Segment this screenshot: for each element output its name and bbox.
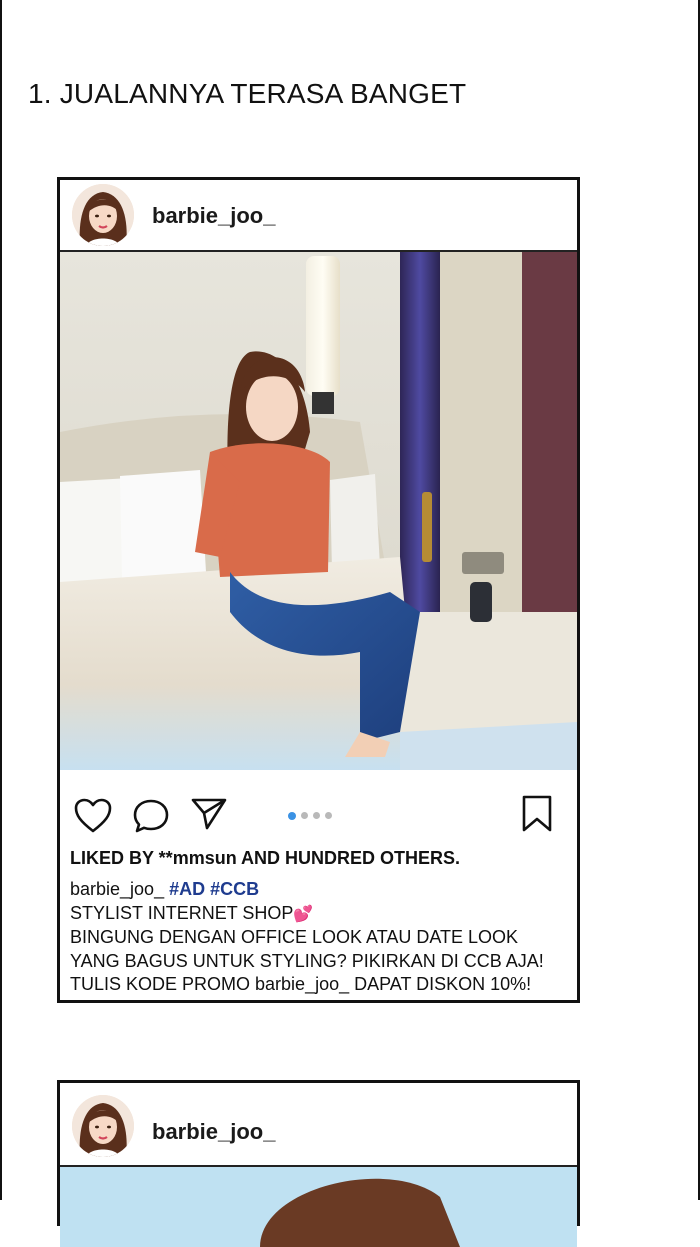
bedroom-illustration bbox=[60, 252, 577, 770]
carousel-dot[interactable] bbox=[325, 812, 332, 819]
carousel-dot-active[interactable] bbox=[288, 811, 296, 820]
caption-line-4: TULIS KODE PROMO barbie_joo_ DAPAT DISKO… bbox=[70, 974, 532, 994]
hashtag-ad[interactable]: #AD bbox=[169, 879, 205, 899]
hashtag-ccb[interactable]: #CCB bbox=[210, 879, 259, 899]
avatar[interactable] bbox=[72, 184, 134, 246]
post-photo-preview bbox=[60, 1167, 577, 1247]
post-header: barbie_joo_ bbox=[60, 1083, 577, 1167]
left-border bbox=[0, 0, 2, 1200]
post-actions bbox=[60, 790, 577, 840]
caption-line-2: BINGUNG DENGAN OFFICE LOOK ATAU DATE LOO… bbox=[70, 927, 519, 947]
carousel-indicator bbox=[288, 811, 332, 820]
caption-line: STYLIST INTERNET SHOP💕 bbox=[70, 902, 570, 927]
instagram-post: barbie_joo_ bbox=[57, 177, 580, 1003]
post-photo bbox=[60, 1167, 577, 1247]
send-icon-shape bbox=[191, 798, 227, 830]
caption-line-1: STYLIST INTERNET SHOP bbox=[70, 902, 294, 923]
carousel-dot[interactable] bbox=[313, 812, 320, 819]
bookmark-icon-shape bbox=[522, 795, 552, 832]
send-icon[interactable] bbox=[190, 796, 228, 837]
avatar[interactable] bbox=[72, 1095, 134, 1157]
post-caption: barbie_joo_ #AD #CCB STYLIST INTERNET SH… bbox=[70, 878, 570, 997]
avatar-illustration bbox=[72, 184, 134, 246]
heart-icon[interactable] bbox=[74, 798, 112, 839]
comment-icon[interactable] bbox=[132, 798, 170, 841]
heart-icon-shape bbox=[74, 798, 112, 833]
bookmark-icon[interactable] bbox=[520, 794, 554, 839]
two-hearts-icon: 💕 bbox=[293, 905, 314, 923]
caption-line-3: YANG BAGUS UNTUK STYLING? PIKIRKAN DI CC… bbox=[70, 950, 544, 971]
caption-username[interactable]: barbie_joo_ bbox=[70, 879, 164, 899]
post-username[interactable]: barbie_joo_ bbox=[152, 203, 275, 229]
likes-text: LIKED BY **mmsun AND HUNDRED OTHERS. bbox=[70, 848, 461, 868]
section-heading: 1. JUALANNYA TERASA BANGET bbox=[28, 78, 467, 109]
post-username[interactable]: barbie_joo_ bbox=[152, 1119, 275, 1145]
post-header: barbie_joo_ bbox=[60, 180, 577, 252]
carousel-dot[interactable] bbox=[301, 812, 308, 819]
post-photo bbox=[60, 252, 577, 770]
comment-icon-shape bbox=[133, 799, 169, 833]
avatar-illustration bbox=[72, 1095, 134, 1157]
caption-first-line: barbie_joo_ #AD #CCB bbox=[70, 878, 570, 902]
instagram-post: barbie_joo_ bbox=[57, 1080, 580, 1247]
